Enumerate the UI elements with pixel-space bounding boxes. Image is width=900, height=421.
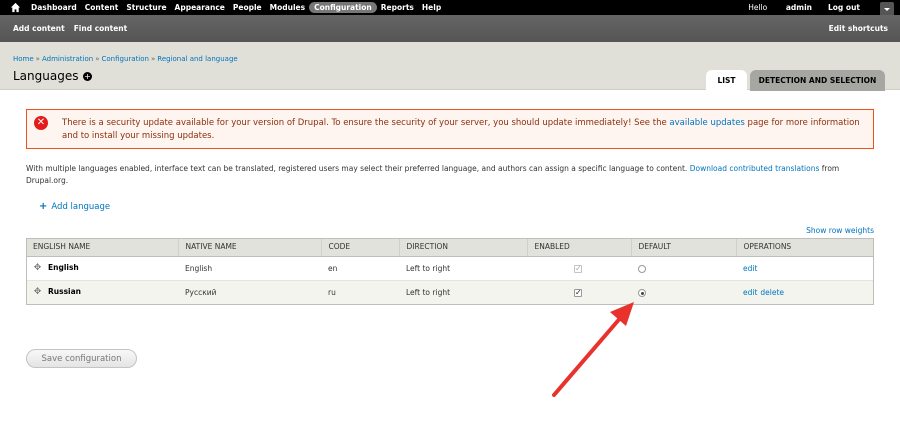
greeting-text: Hello: [748, 3, 768, 12]
available-updates-link[interactable]: available updates: [669, 118, 744, 128]
toolbar-item-appearance[interactable]: Appearance: [175, 3, 225, 12]
download-translations-link[interactable]: Download contributed translations: [690, 164, 820, 173]
english-name-cell: ✥ English: [26, 256, 178, 281]
error-icon: ✕: [34, 116, 48, 130]
header-direction: DIRECTION: [398, 238, 527, 257]
drag-handle-icon[interactable]: ✥: [33, 263, 42, 273]
plus-icon: +: [39, 201, 48, 212]
message-text-before: There is a security update available for…: [62, 118, 670, 128]
edit-link[interactable]: edit: [743, 288, 757, 297]
toolbar-item-configuration[interactable]: Configuration: [309, 2, 377, 13]
table-row: ✥ Russian Русский ru Left to right editde…: [26, 280, 874, 305]
header-english-name: ENGLISH NAME: [26, 238, 178, 257]
toolbar-item-dashboard[interactable]: Dashboard: [31, 3, 77, 12]
user-greeting: Hello admin: [732, 3, 812, 12]
breadcrumb-separator: »: [150, 55, 156, 63]
tab-detection-selection[interactable]: DETECTION AND SELECTION: [750, 70, 885, 91]
shortcut-add-content[interactable]: Add content: [13, 24, 65, 33]
header-operations: OPERATIONS: [735, 238, 874, 257]
breadcrumb-regional-language[interactable]: Regional and language: [157, 55, 237, 63]
drag-handle-icon[interactable]: ✥: [33, 287, 42, 297]
add-shortcut-icon[interactable]: +: [83, 72, 92, 81]
shortcut-links: Add content Find content: [13, 24, 136, 33]
language-direction: Left to right: [399, 256, 527, 281]
toolbar-item-help[interactable]: Help: [422, 3, 441, 12]
intro-text-before: With multiple languages enabled, interfa…: [26, 164, 690, 173]
language-code: en: [321, 256, 399, 281]
toolbar-item-content[interactable]: Content: [85, 3, 119, 12]
enabled-cell: [527, 280, 631, 305]
shortcuts-bar: Add content Find content Edit shortcuts: [0, 15, 900, 42]
add-language-link[interactable]: + Add language: [39, 201, 110, 212]
native-name: English: [178, 256, 321, 281]
toolbar-item-structure[interactable]: Structure: [126, 3, 166, 12]
header-code: CODE: [320, 238, 399, 257]
page-header: Home» Administration» Configuration» Reg…: [0, 42, 900, 91]
default-cell: [631, 280, 736, 305]
tab-list[interactable]: LIST: [706, 70, 747, 91]
show-row-weights-link[interactable]: Show row weights: [806, 226, 874, 235]
logout-link[interactable]: Log out: [828, 3, 860, 12]
edit-shortcuts-link[interactable]: Edit shortcuts: [829, 24, 888, 33]
languages-table: ENGLISH NAME NATIVE NAME CODE DIRECTION …: [26, 238, 874, 305]
table-header-row: ENGLISH NAME NATIVE NAME CODE DIRECTION …: [26, 238, 874, 257]
intro-text: With multiple languages enabled, interfa…: [26, 163, 876, 187]
add-language-label: Add language: [51, 201, 111, 212]
enabled-cell: [527, 256, 631, 281]
toolbar-user: Hello admin Log out: [716, 0, 860, 15]
user-name-link[interactable]: admin: [786, 3, 812, 12]
operations-cell: edit delete: [736, 280, 874, 305]
home-icon[interactable]: [10, 2, 21, 13]
toolbar-item-modules[interactable]: Modules: [270, 3, 305, 12]
admin-toolbar: Dashboard Content Structure Appearance P…: [0, 0, 900, 16]
breadcrumb-separator: »: [95, 55, 100, 63]
operations-cell: edit: [736, 256, 874, 281]
breadcrumb-administration[interactable]: Administration: [42, 55, 93, 63]
default-cell: [631, 256, 736, 281]
breadcrumb-separator: »: [35, 55, 40, 63]
edit-link[interactable]: edit: [743, 264, 757, 273]
header-native-name: NATIVE NAME: [177, 238, 321, 257]
default-radio[interactable]: [638, 264, 646, 273]
enabled-checkbox[interactable]: [574, 288, 582, 297]
security-update-message: ✕ There is a security update available f…: [26, 109, 874, 149]
toolbar-item-reports[interactable]: Reports: [381, 3, 414, 12]
shortcuts-toggle-button[interactable]: [880, 2, 894, 16]
toolbar-item-people[interactable]: People: [233, 3, 262, 12]
breadcrumb-configuration[interactable]: Configuration: [102, 55, 149, 63]
enabled-checkbox: [574, 264, 582, 273]
shortcut-find-content[interactable]: Find content: [74, 24, 128, 33]
language-direction: Left to right: [399, 280, 527, 305]
language-code: ru: [321, 280, 399, 305]
english-name-cell: ✥ Russian: [26, 280, 178, 305]
header-enabled: ENABLED: [526, 238, 631, 257]
toolbar-menu: Dashboard Content Structure Appearance P…: [31, 0, 449, 15]
english-name: Russian: [48, 287, 82, 297]
message-text: There is a security update available for…: [62, 117, 870, 143]
header-default: DEFAULT: [630, 238, 736, 257]
page-title: Languages: [13, 69, 79, 83]
breadcrumb: Home» Administration» Configuration» Reg…: [13, 55, 238, 63]
save-configuration-button[interactable]: Save configuration: [26, 349, 137, 368]
english-name: English: [48, 263, 79, 273]
native-name: Русский: [178, 280, 321, 305]
delete-link[interactable]: delete: [760, 288, 784, 297]
table-row: ✥ English English en Left to right edit: [26, 256, 874, 281]
default-radio[interactable]: [638, 288, 646, 297]
breadcrumb-home[interactable]: Home: [13, 55, 34, 63]
